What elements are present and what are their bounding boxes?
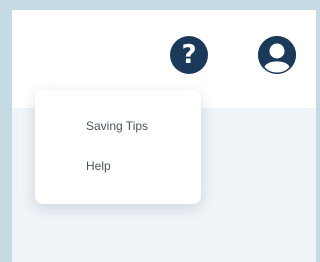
user-profile-icon xyxy=(258,36,296,74)
menu-item-saving-tips[interactable]: Saving Tips xyxy=(86,119,148,133)
menu-item-help[interactable]: Help xyxy=(86,159,111,173)
help-dropdown-menu: Saving Tips Help xyxy=(35,90,201,204)
user-profile-button[interactable] xyxy=(258,36,296,74)
help-button[interactable]: ? xyxy=(170,36,208,74)
question-mark-icon: ? xyxy=(181,39,197,70)
